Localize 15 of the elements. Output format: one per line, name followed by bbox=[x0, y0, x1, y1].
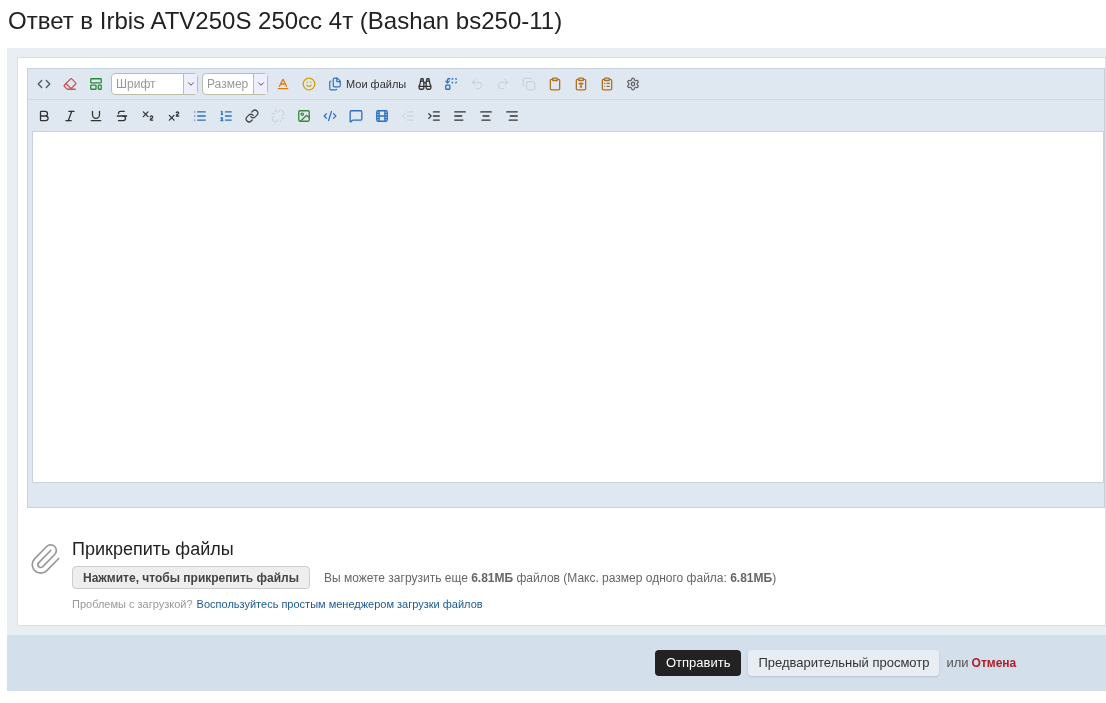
attach-heading: Прикрепить файлы bbox=[72, 538, 235, 561]
cancel-link[interactable]: Отмена bbox=[971, 653, 1017, 672]
my-files-button[interactable]: Мои файлы bbox=[324, 75, 411, 93]
submit-button[interactable]: Отправить bbox=[655, 649, 742, 676]
attach-files-button[interactable]: Нажмите, чтобы прикрепить файлы bbox=[72, 566, 310, 589]
preview-button[interactable]: Предварительный просмотр bbox=[748, 649, 940, 676]
or-text: или bbox=[946, 653, 969, 672]
upload-problem-text: Проблемы с загрузкой? bbox=[72, 597, 193, 612]
paperclip-icon bbox=[28, 542, 62, 576]
caret-icon bbox=[185, 79, 196, 89]
files-icon bbox=[328, 77, 342, 91]
upload-limit-text: Вы можете загрузить еще 6.81МБ файлов (Макс. размер одного файла: 6.81МБ) bbox=[323, 569, 777, 587]
caret-icon bbox=[255, 79, 266, 89]
simple-uploader-link[interactable]: Воспользуйтесь простым менеджером загрузки файлов bbox=[196, 596, 483, 613]
page-title: Ответ в Irbis ATV250S 250cc 4т (Bashan bs250-11) bbox=[7, 6, 564, 36]
